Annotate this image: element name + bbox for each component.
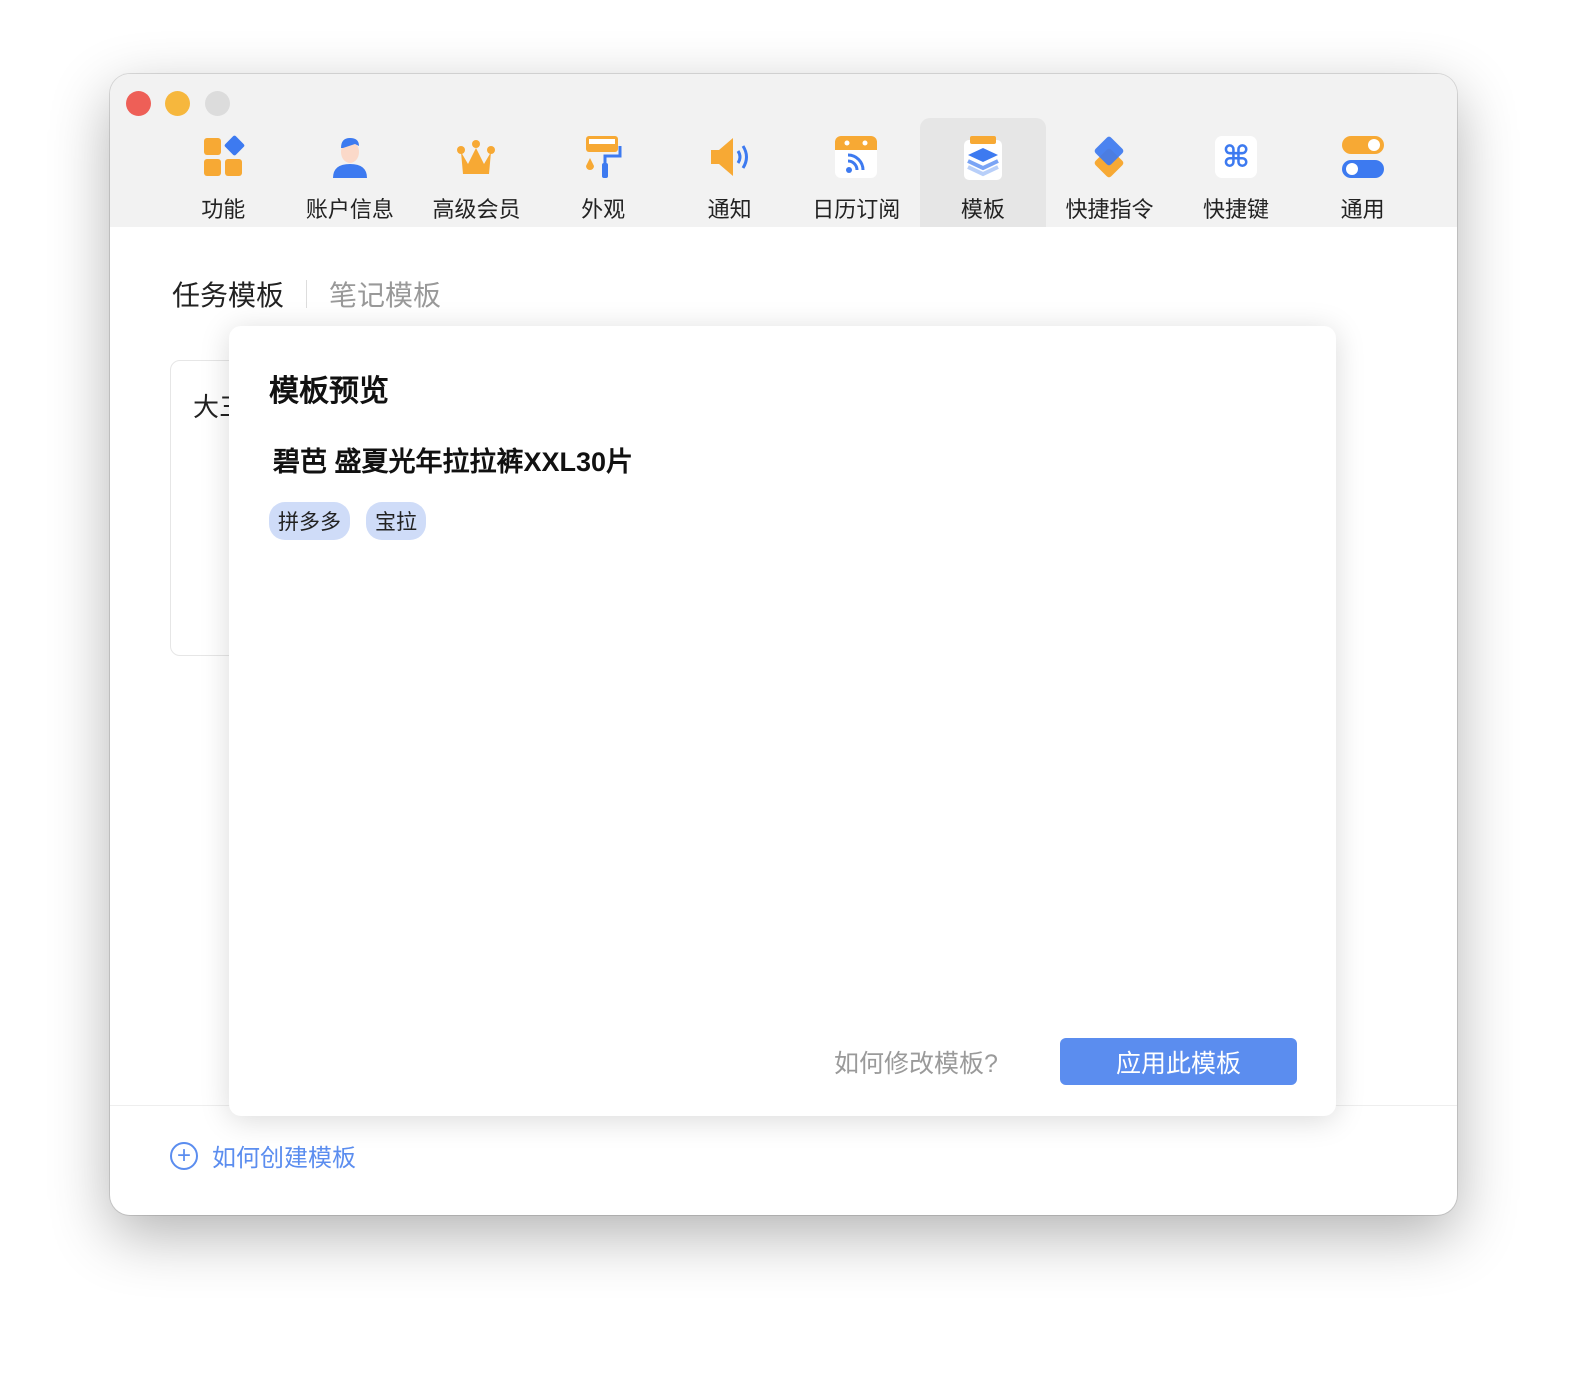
tab-label: 快捷指令 [1065, 197, 1154, 222]
toggle-icon [1340, 134, 1386, 180]
calendar-rss-icon [833, 134, 879, 180]
tab-label: 高级会员 [432, 197, 521, 222]
template-clipboard-icon [960, 134, 1006, 180]
apply-template-button[interactable]: 应用此模板 [1060, 1038, 1297, 1085]
dialog-title: 模板预览 [269, 375, 389, 408]
template-preview-dialog: 模板预览 碧芭 盛夏光年拉拉裤XXL30片 拼多多 宝拉 如何修改模板? 应用此… [229, 326, 1336, 1116]
tab-label: 日历订阅 [812, 197, 901, 222]
svg-text:⌘: ⌘ [1222, 141, 1250, 174]
tag: 宝拉 [366, 502, 426, 540]
tab-premium[interactable]: 高级会员 [413, 118, 540, 227]
zoom-button[interactable] [205, 91, 230, 116]
tab-shortcuts[interactable]: 快捷指令 [1046, 118, 1173, 227]
tab-label: 模板 [960, 197, 1005, 222]
shortcuts-icon [1086, 134, 1132, 180]
create-link-label: 如何创建模板 [212, 1145, 356, 1172]
tab-label: 通用 [1340, 197, 1385, 222]
tab-appearance[interactable]: 外观 [540, 118, 667, 227]
toolbar: 功能 账户信息 高级会员 外观 通知 日历订阅 模板 快捷指令 ⌘ 快捷键 通用 [160, 118, 1426, 227]
tab-general[interactable]: 通用 [1299, 118, 1426, 227]
tab-note-templates[interactable]: 笔记模板 [329, 274, 441, 314]
tab-divider [306, 280, 308, 308]
tab-account[interactable]: 账户信息 [287, 118, 414, 227]
tab-calendar-subscription[interactable]: 日历订阅 [793, 118, 920, 227]
template-type-tabs: 任务模板 笔记模板 [172, 274, 441, 314]
titlebar: 功能 账户信息 高级会员 外观 通知 日历订阅 模板 快捷指令 ⌘ 快捷键 通用 [110, 74, 1457, 227]
tab-notifications[interactable]: 通知 [666, 118, 793, 227]
tab-task-templates[interactable]: 任务模板 [172, 274, 284, 314]
command-key-icon: ⌘ [1213, 134, 1259, 180]
preferences-window: 功能 账户信息 高级会员 外观 通知 日历订阅 模板 快捷指令 ⌘ 快捷键 通用 … [110, 74, 1457, 1215]
template-task-title: 碧芭 盛夏光年拉拉裤XXL30片 [273, 447, 634, 477]
tab-hotkeys[interactable]: ⌘ 快捷键 [1173, 118, 1300, 227]
how-to-create-template-link[interactable]: + 如何创建模板 [170, 1138, 356, 1173]
tag-list: 拼多多 宝拉 [269, 502, 426, 540]
add-circle-icon: + [170, 1141, 198, 1170]
tab-label: 快捷键 [1203, 197, 1270, 222]
features-icon [200, 134, 246, 180]
crown-icon [453, 134, 499, 180]
speaker-icon [707, 134, 753, 180]
tab-label: 账户信息 [305, 197, 394, 222]
tab-label: 功能 [201, 197, 246, 222]
tab-templates[interactable]: 模板 [919, 118, 1047, 227]
account-icon [327, 134, 373, 180]
how-to-modify-template-link[interactable]: 如何修改模板? [834, 1044, 998, 1080]
tab-label: 通知 [707, 197, 752, 222]
paint-roller-icon [580, 134, 626, 180]
tab-label: 外观 [581, 197, 626, 222]
close-button[interactable] [126, 91, 151, 116]
tag: 拼多多 [269, 502, 350, 540]
tab-features[interactable]: 功能 [160, 118, 287, 227]
minimize-button[interactable] [165, 91, 190, 116]
